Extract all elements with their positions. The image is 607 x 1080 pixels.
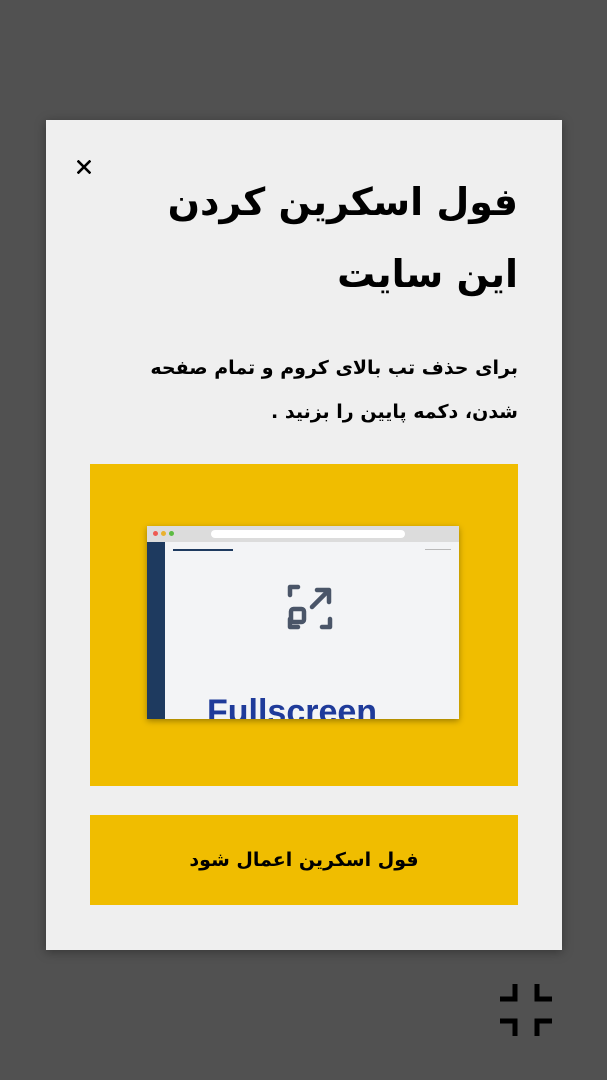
modal-title: فول اسکرین کردن این سایت xyxy=(167,180,519,296)
browser-nav-line xyxy=(173,549,233,551)
browser-sidebar xyxy=(147,542,165,719)
expand-arrow-icon xyxy=(287,584,333,630)
modal-description: برای حذف تب بالای کروم و تمام صفحه شدن، … xyxy=(150,357,518,423)
preview-fullscreen-text: Fullscreen xyxy=(207,693,378,719)
fullscreen-preview-image: Fullscreen xyxy=(90,464,518,786)
apply-fullscreen-button[interactable]: فول اسکرین اعمال شود xyxy=(90,815,518,905)
exit-fullscreen-icon xyxy=(500,984,552,1036)
browser-nav-line-right xyxy=(425,549,451,550)
close-icon xyxy=(77,160,91,174)
browser-url-bar xyxy=(211,530,405,538)
close-button[interactable] xyxy=(74,156,94,178)
window-maximize-dot xyxy=(169,531,174,536)
fullscreen-modal: فول اسکرین کردن این سایت برای حذف تب بال… xyxy=(46,120,562,950)
browser-mockup: Fullscreen xyxy=(147,526,459,719)
exit-fullscreen-button[interactable] xyxy=(498,982,554,1038)
window-minimize-dot xyxy=(161,531,166,536)
window-close-dot xyxy=(153,531,158,536)
browser-titlebar xyxy=(147,526,459,542)
